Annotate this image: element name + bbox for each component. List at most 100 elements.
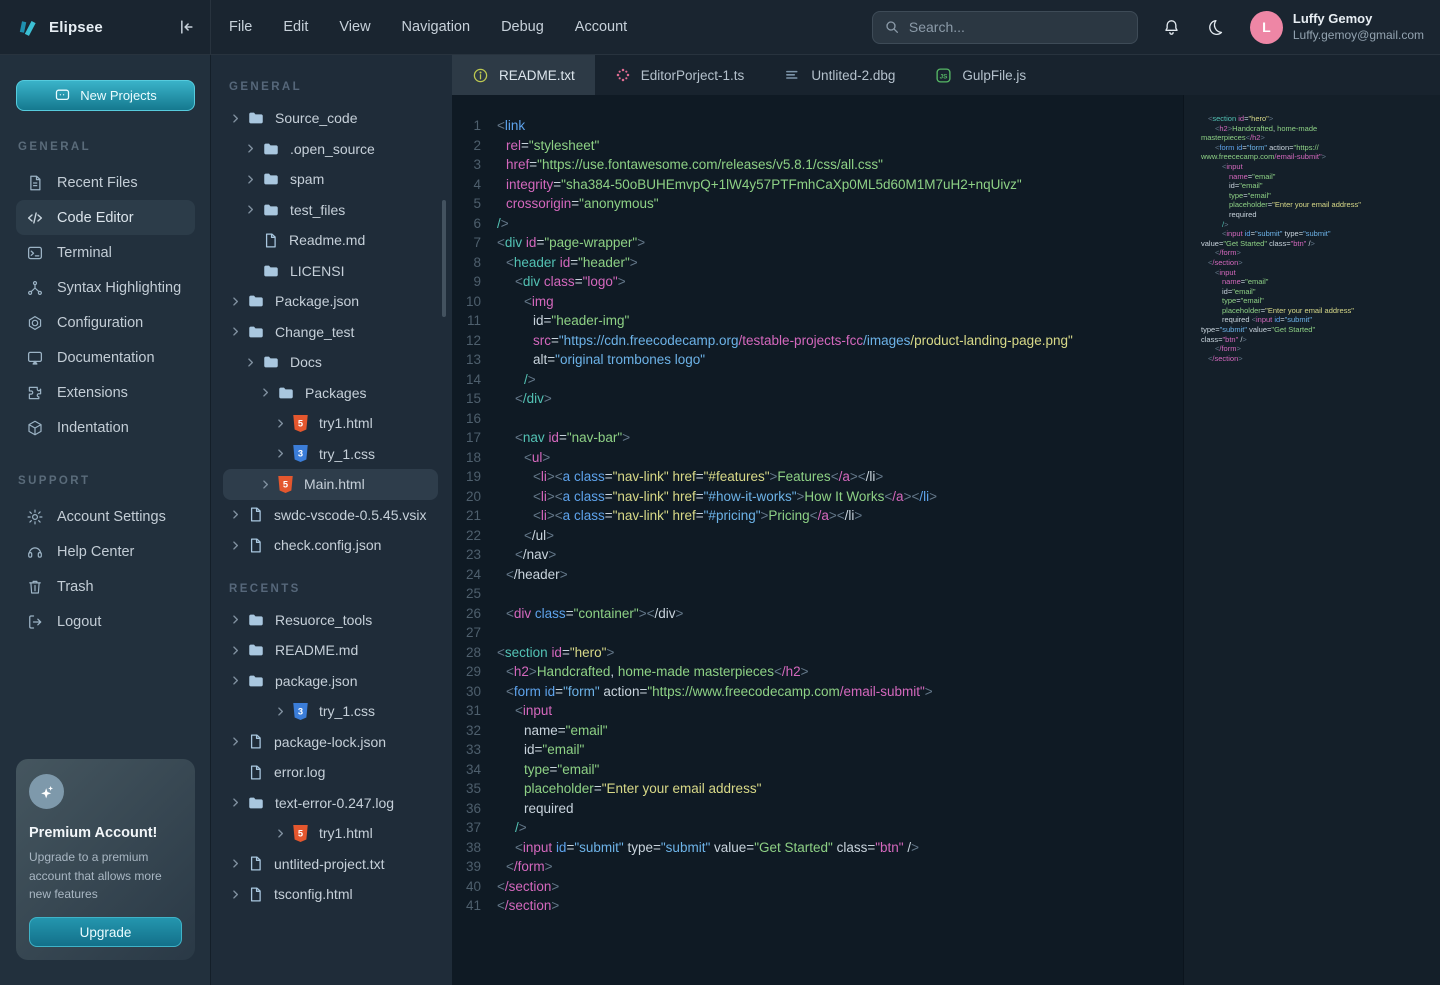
tree-item-source-code[interactable]: Source_code — [211, 103, 452, 134]
chevron-icon[interactable] — [244, 356, 256, 368]
tree-item-change-test[interactable]: Change_test — [211, 317, 452, 348]
menu-item-file[interactable]: File — [229, 19, 252, 35]
code-line[interactable]: 40</section> — [452, 877, 1183, 897]
tab-gulpfile-js[interactable]: JSGulpFile.js — [915, 55, 1046, 95]
code-line[interactable]: 15</div> — [452, 389, 1183, 409]
sidebar-item-trash[interactable]: Trash — [16, 569, 195, 604]
code-line[interactable]: 13alt="original trombones logo" — [452, 350, 1183, 370]
code-editor[interactable]: 1<link2rel="stylesheet"3href="https://us… — [452, 95, 1183, 985]
code-line[interactable]: 24</header> — [452, 565, 1183, 585]
chevron-icon[interactable] — [229, 675, 241, 687]
tree-item-swdc-vscode-0-5-45-vsix[interactable]: swdc-vscode-0.5.45.vsix — [211, 500, 452, 531]
sidebar-item-extensions[interactable]: Extensions — [16, 375, 195, 410]
chevron-icon[interactable] — [229, 509, 241, 521]
code-line[interactable]: 7<div id="page-wrapper"> — [452, 233, 1183, 253]
code-line[interactable]: 32name="email" — [452, 721, 1183, 741]
upgrade-button[interactable]: Upgrade — [29, 917, 182, 947]
code-line[interactable]: 34type="email" — [452, 760, 1183, 780]
code-line[interactable]: 35placeholder="Enter your email address" — [452, 779, 1183, 799]
tree-item-package-lock-json[interactable]: package-lock.json — [211, 727, 452, 758]
code-line[interactable]: 38<input id="submit" type="submit" value… — [452, 838, 1183, 858]
chevron-icon[interactable] — [274, 448, 286, 460]
code-line[interactable]: 1<link — [452, 116, 1183, 136]
search-box[interactable] — [872, 11, 1138, 44]
code-line[interactable]: 8<header id="header"> — [452, 253, 1183, 273]
tree-item-open-source[interactable]: .open_source — [211, 134, 452, 165]
sidebar-item-terminal[interactable]: Terminal — [16, 235, 195, 270]
code-line[interactable]: 2rel="stylesheet" — [452, 136, 1183, 156]
notifications-bell-icon[interactable] — [1162, 18, 1181, 37]
menu-item-view[interactable]: View — [339, 19, 370, 35]
code-line[interactable]: 19<li><a class="nav-link" href="#feature… — [452, 467, 1183, 487]
tree-item-try-1-css[interactable]: 3try_1.css — [211, 696, 452, 727]
sidebar-item-configuration[interactable]: Configuration — [16, 305, 195, 340]
tree-item-untlited-project-txt[interactable]: untlited-project.txt — [211, 849, 452, 880]
tree-item-try-1-css[interactable]: 3try_1.css — [211, 439, 452, 470]
tree-item-main-html[interactable]: 5Main.html — [223, 469, 438, 500]
chevron-icon[interactable] — [244, 173, 256, 185]
tree-item-text-error-0-247-log[interactable]: text-error-0.247.log — [211, 788, 452, 819]
code-line[interactable]: 3href="https://use.fontawesome.com/relea… — [452, 155, 1183, 175]
chevron-icon[interactable] — [244, 143, 256, 155]
sidebar-item-documentation[interactable]: Documentation — [16, 340, 195, 375]
collapse-sidebar-icon[interactable] — [176, 17, 196, 37]
tree-item-resuorce-tools[interactable]: Resuorce_tools — [211, 605, 452, 636]
code-line[interactable]: 41</section> — [452, 896, 1183, 916]
tree-item-readme-md[interactable]: README.md — [211, 635, 452, 666]
tab-readme-txt[interactable]: README.txt — [452, 55, 595, 95]
tree-item-spam[interactable]: spam — [211, 164, 452, 195]
menu-item-edit[interactable]: Edit — [283, 19, 308, 35]
tree-item-test-files[interactable]: test_files — [211, 195, 452, 226]
tree-item-try1-html[interactable]: 5try1.html — [211, 408, 452, 439]
code-line[interactable]: 30<form id="form" action="https://www.fr… — [452, 682, 1183, 702]
code-line[interactable]: 26<div class="container"></div> — [452, 604, 1183, 624]
code-line[interactable]: 6/> — [452, 214, 1183, 234]
code-line[interactable]: 29<h2>Handcrafted, home-made masterpiece… — [452, 662, 1183, 682]
new-projects-button[interactable]: New Projects — [16, 80, 195, 111]
chevron-icon[interactable] — [229, 295, 241, 307]
code-line[interactable]: 5crossorigin="anonymous" — [452, 194, 1183, 214]
chevron-icon[interactable] — [229, 326, 241, 338]
code-line[interactable]: 28<section id="hero"> — [452, 643, 1183, 663]
chevron-icon[interactable] — [229, 112, 241, 124]
chevron-icon[interactable] — [274, 827, 286, 839]
code-line[interactable]: 12src="https://cdn.freecodecamp.org/test… — [452, 331, 1183, 351]
code-line[interactable]: 20<li><a class="nav-link" href="#how-it-… — [452, 487, 1183, 507]
tree-item-package-json[interactable]: package.json — [211, 666, 452, 697]
menu-item-navigation[interactable]: Navigation — [402, 19, 471, 35]
code-line[interactable]: 31<input — [452, 701, 1183, 721]
code-line[interactable]: 14/> — [452, 370, 1183, 390]
sidebar-item-logout[interactable]: Logout — [16, 604, 195, 639]
code-line[interactable]: 36required — [452, 799, 1183, 819]
tree-item-error-log[interactable]: error.log — [211, 757, 452, 788]
code-line[interactable]: 10<img — [452, 292, 1183, 312]
chevron-icon[interactable] — [229, 888, 241, 900]
sidebar-item-account-settings[interactable]: Account Settings — [16, 499, 195, 534]
sidebar-item-help-center[interactable]: Help Center — [16, 534, 195, 569]
chevron-icon[interactable] — [229, 644, 241, 656]
tree-item-package-json[interactable]: Package.json — [211, 286, 452, 317]
code-line[interactable]: 37/> — [452, 818, 1183, 838]
avatar[interactable]: L — [1250, 11, 1283, 44]
menu-item-account[interactable]: Account — [575, 19, 627, 35]
chevron-icon[interactable] — [274, 417, 286, 429]
code-line[interactable]: 4integrity="sha384-50oBUHEmvpQ+1lW4y57PT… — [452, 175, 1183, 195]
tree-item-try1-html[interactable]: 5try1.html — [211, 818, 452, 849]
code-line[interactable]: 16 — [452, 409, 1183, 429]
code-line[interactable]: 18<ul> — [452, 448, 1183, 468]
theme-toggle-moon-icon[interactable] — [1205, 18, 1224, 37]
chevron-icon[interactable] — [229, 858, 241, 870]
tree-item-tsconfig-html[interactable]: tsconfig.html — [211, 879, 452, 910]
tree-item-docs[interactable]: Docs — [211, 347, 452, 378]
code-line[interactable]: 23</nav> — [452, 545, 1183, 565]
sidebar-item-recent-files[interactable]: Recent Files — [16, 165, 195, 200]
menu-item-debug[interactable]: Debug — [501, 19, 544, 35]
code-line[interactable]: 33id="email" — [452, 740, 1183, 760]
chevron-icon[interactable] — [259, 387, 271, 399]
tree-item-check-config-json[interactable]: check.config.json — [211, 530, 452, 561]
tab-editorporject-1-ts[interactable]: EditorPorject-1.ts — [595, 55, 765, 95]
tree-item-licensi[interactable]: LICENSI — [211, 256, 452, 287]
chevron-icon[interactable] — [229, 539, 241, 551]
minimap[interactable]: <section id="hero"><h2>Handcrafted, home… — [1183, 95, 1440, 985]
code-line[interactable]: 39</form> — [452, 857, 1183, 877]
